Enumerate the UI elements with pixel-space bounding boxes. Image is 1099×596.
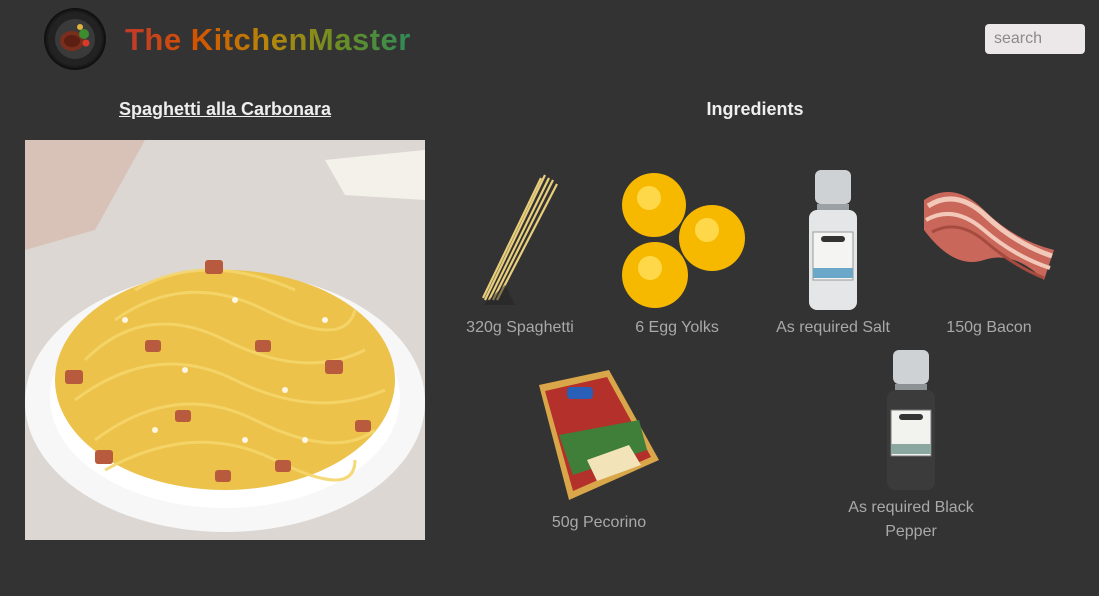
pecorino-icon xyxy=(539,370,659,500)
bacon-icon xyxy=(924,192,1054,280)
ingredients-heading: Ingredients xyxy=(706,99,804,119)
pepper-grinder-icon xyxy=(887,350,935,490)
ingredient-label: As required Black Pepper xyxy=(848,499,974,540)
ingredient-item: 50g Pecorino xyxy=(519,365,679,535)
ingredient-item: 150g Bacon xyxy=(909,170,1069,340)
ingredient-label: 320g Spaghetti xyxy=(466,319,574,336)
egg-yolks-icon xyxy=(622,173,745,308)
ingredient-label: 150g Bacon xyxy=(946,319,1032,336)
recipe-title[interactable]: Spaghetti alla Carbonara xyxy=(25,99,425,120)
ingredient-item: As required Black Pepper xyxy=(831,350,991,544)
site-logo[interactable] xyxy=(46,10,104,68)
dish-image xyxy=(25,140,425,540)
ingredient-label: 50g Pecorino xyxy=(551,514,647,531)
site-title[interactable]: The KitchenMaster xyxy=(125,22,411,58)
ingredient-item: As required Salt xyxy=(753,170,913,340)
search-input[interactable] xyxy=(985,24,1085,54)
ingredient-item: 320g Spaghetti xyxy=(440,170,600,340)
steak-plate-icon xyxy=(48,12,102,66)
ingredient-item: 6 Egg Yolks xyxy=(597,170,757,340)
spaghetti-icon xyxy=(482,174,558,305)
salt-grinder-icon xyxy=(809,170,857,310)
ingredient-label: 6 Egg Yolks xyxy=(635,319,719,336)
ingredient-label: As required Salt xyxy=(776,319,890,336)
